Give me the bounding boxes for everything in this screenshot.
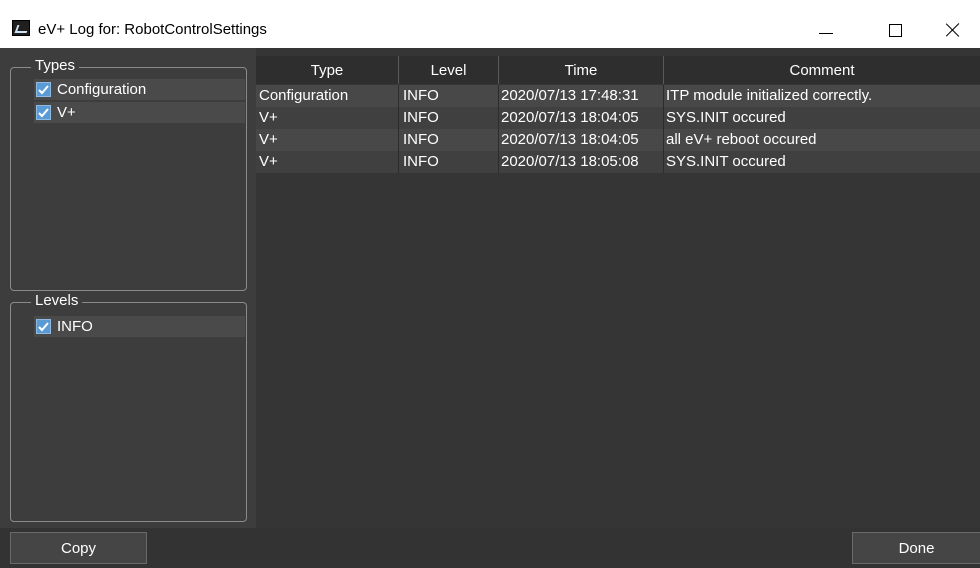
done-button[interactable]: Done	[852, 532, 980, 564]
app-icon	[12, 20, 30, 36]
cell-level: INFO	[399, 85, 499, 107]
types-groupbox: Types Configuration V+	[10, 57, 247, 291]
log-table: Type Level Time Comment Configuration IN…	[256, 48, 980, 528]
cell-comment: SYS.INIT occured	[666, 109, 786, 126]
table-body: Configuration INFO 2020/07/13 17:48:31 I…	[256, 85, 980, 173]
level-filter-info[interactable]: INFO	[34, 316, 245, 337]
cell-comment: all eV+ reboot occured	[666, 131, 817, 148]
minimize-button[interactable]	[803, 12, 849, 48]
maximize-button[interactable]	[872, 12, 918, 48]
cell-time: 2020/07/13 18:05:08	[499, 151, 664, 173]
column-header-type[interactable]: Type	[256, 56, 399, 84]
table-row[interactable]: Configuration INFO 2020/07/13 17:48:31 I…	[256, 85, 980, 107]
type-filter-label: V+	[57, 104, 76, 121]
minimize-icon	[819, 32, 833, 34]
column-header-level[interactable]: Level	[399, 56, 499, 84]
table-header: Type Level Time Comment	[256, 56, 980, 84]
close-button[interactable]	[930, 12, 976, 48]
button-bar: Copy Done	[0, 528, 980, 568]
cell-time: 2020/07/13 18:04:05	[499, 107, 664, 129]
cell-type: V+	[256, 151, 399, 173]
title-bar: eV+ Log for: RobotControlSettings	[0, 0, 980, 48]
cell-level: INFO	[399, 129, 499, 151]
filter-panel: Types Configuration V+ Levels INFO	[0, 48, 256, 528]
column-header-comment[interactable]: Comment	[664, 56, 980, 84]
column-header-time[interactable]: Time	[499, 56, 664, 84]
types-legend: Types	[31, 57, 80, 75]
type-filter-label: Configuration	[57, 81, 147, 98]
levels-groupbox: Levels INFO	[10, 292, 247, 522]
cell-time: 2020/07/13 18:04:05	[499, 129, 664, 151]
cell-comment: ITP module initialized correctly.	[666, 87, 873, 104]
cell-level: INFO	[399, 151, 499, 173]
close-icon	[946, 23, 960, 37]
checkbox-checked-icon[interactable]	[36, 82, 51, 97]
type-filter-configuration[interactable]: Configuration	[34, 79, 245, 100]
copy-button[interactable]: Copy	[10, 532, 147, 564]
maximize-icon	[888, 23, 902, 37]
level-filter-label: INFO	[57, 318, 93, 335]
checkbox-checked-icon[interactable]	[36, 319, 51, 334]
window-title: eV+ Log for: RobotControlSettings	[38, 21, 267, 38]
cell-type: Configuration	[256, 85, 399, 107]
cell-comment: SYS.INIT occured	[666, 153, 786, 170]
table-row[interactable]: V+ INFO 2020/07/13 18:05:08 SYS.INIT occ…	[256, 151, 980, 173]
type-filter-vplus[interactable]: V+	[34, 102, 245, 123]
table-row[interactable]: V+ INFO 2020/07/13 18:04:05 all eV+ rebo…	[256, 129, 980, 151]
cell-type: V+	[256, 129, 399, 151]
cell-type: V+	[256, 107, 399, 129]
cell-time: 2020/07/13 17:48:31	[499, 85, 664, 107]
checkbox-checked-icon[interactable]	[36, 105, 51, 120]
levels-legend: Levels	[31, 292, 83, 310]
cell-level: INFO	[399, 107, 499, 129]
table-row[interactable]: V+ INFO 2020/07/13 18:04:05 SYS.INIT occ…	[256, 107, 980, 129]
